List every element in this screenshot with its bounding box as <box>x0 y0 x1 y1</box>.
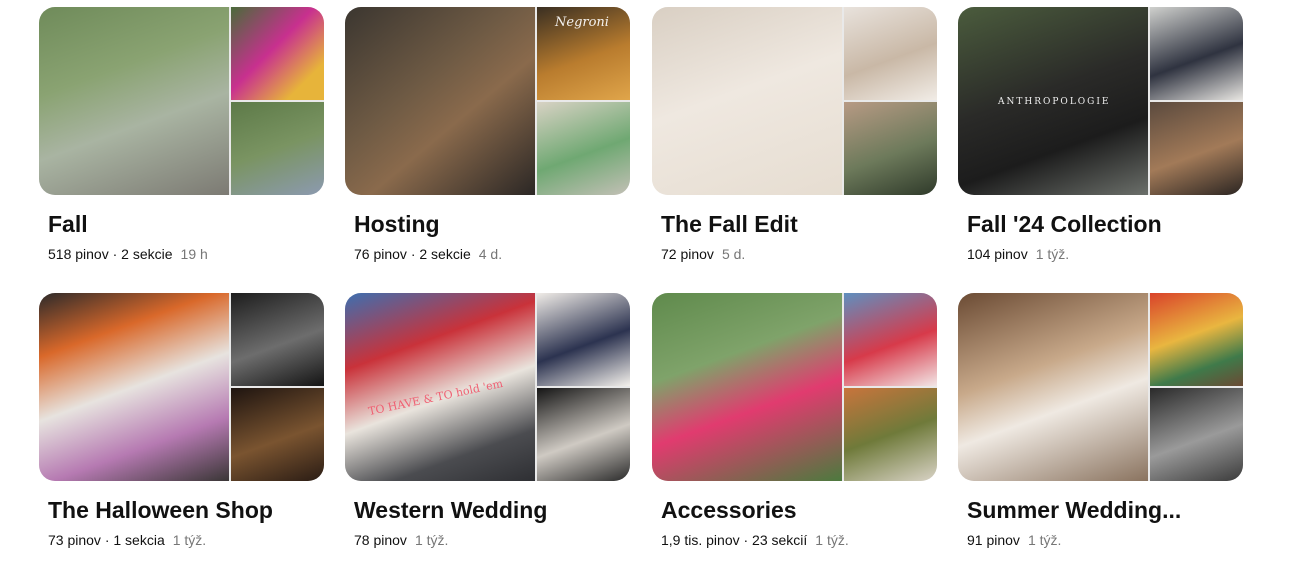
board-cover-side-image <box>844 7 937 100</box>
board-cover-side-image <box>537 102 630 195</box>
board-pin-count: 91 pinov <box>967 532 1020 548</box>
board-cover-main-image: TO HAVE & TO hold 'em <box>345 293 535 481</box>
board-card-the-halloween-shop[interactable]: The Halloween Shop 73 pinov · 1 sekcia 1 … <box>39 293 331 549</box>
board-cover-side-image <box>1150 388 1243 481</box>
board-meta: 78 pinov 1 týž. <box>354 531 637 549</box>
image-caption-text: TO HAVE & TO hold 'em <box>367 376 505 419</box>
board-cover-side-image <box>537 293 630 386</box>
board-meta: 76 pinov · 2 sekcie 4 d. <box>354 245 637 263</box>
board-cover-main-image: ANTHROPOLOGIE <box>958 7 1148 195</box>
board-cover-side-image <box>231 388 324 481</box>
board-pin-count: 78 pinov <box>354 532 407 548</box>
board-cover-main-image <box>958 293 1148 481</box>
board-last-updated: 4 d. <box>478 246 503 262</box>
board-last-updated: 1 týž. <box>172 532 207 548</box>
board-last-updated: 5 d. <box>721 246 746 262</box>
board-title[interactable]: The Fall Edit <box>661 210 936 238</box>
board-cover-side-image <box>231 293 324 386</box>
board-last-updated: 1 týž. <box>414 532 449 548</box>
board-pin-count: 1,9 tis. pinov · 23 sekcií <box>661 532 808 548</box>
board-title[interactable]: Western Wedding <box>354 496 629 524</box>
board-meta: 91 pinov 1 týž. <box>967 531 1250 549</box>
board-last-updated: 1 týž. <box>815 532 849 548</box>
board-cover-collage[interactable] <box>958 293 1243 481</box>
image-caption-text: ANTHROPOLOGIE <box>998 97 1111 107</box>
board-cover-collage[interactable]: ANTHROPOLOGIE <box>958 7 1243 195</box>
board-cover-side-image <box>844 388 937 481</box>
board-cover-collage[interactable] <box>39 7 324 195</box>
board-cover-side-image <box>537 388 630 481</box>
board-last-updated: 1 týž. <box>1027 532 1062 548</box>
board-cover-side-image <box>844 293 937 386</box>
board-pin-count: 72 pinov <box>661 246 714 262</box>
board-cover-main-image <box>652 7 842 195</box>
board-meta: 518 pinov · 2 sekcie 19 h <box>48 245 331 263</box>
board-pin-count: 518 pinov · 2 sekcie <box>48 246 173 262</box>
board-cover-main-image <box>39 293 229 481</box>
board-last-updated: 19 h <box>180 246 208 262</box>
board-title[interactable]: Fall '24 Collection <box>967 210 1242 238</box>
board-cover-main-image <box>345 7 535 195</box>
board-cover-side-image: Negroni <box>537 7 630 100</box>
board-card-fall[interactable]: Fall 518 pinov · 2 sekcie 19 h <box>39 7 331 263</box>
board-cover-collage[interactable]: TO HAVE & TO hold 'em <box>345 293 630 481</box>
board-cover-side-image <box>844 102 937 195</box>
board-title[interactable]: The Halloween Shop <box>48 496 323 524</box>
board-cover-side-image <box>1150 7 1243 100</box>
board-card-hosting[interactable]: Negroni Hosting 76 pinov · 2 sekcie 4 d. <box>345 7 637 263</box>
board-title[interactable]: Accessories <box>661 496 936 524</box>
board-cover-collage[interactable] <box>39 293 324 481</box>
board-title[interactable]: Hosting <box>354 210 629 238</box>
board-last-updated: 1 týž. <box>1035 246 1070 262</box>
board-card-fall-24-collection[interactable]: ANTHROPOLOGIE Fall '24 Collection 104 pi… <box>958 7 1250 263</box>
board-cover-side-image <box>231 7 324 100</box>
board-card-summer-wedding[interactable]: Summer Wedding... 91 pinov 1 týž. <box>958 293 1250 549</box>
board-meta: 104 pinov 1 týž. <box>967 245 1250 263</box>
board-cover-side-image <box>1150 293 1243 386</box>
board-title[interactable]: Summer Wedding... <box>967 496 1242 524</box>
board-pin-count: 76 pinov · 2 sekcie <box>354 246 471 262</box>
board-meta: 1,9 tis. pinov · 23 sekcií 1 týž. <box>661 531 944 549</box>
board-title[interactable]: Fall <box>48 210 323 238</box>
board-meta: 73 pinov · 1 sekcia 1 týž. <box>48 531 331 549</box>
board-cover-collage[interactable] <box>652 293 937 481</box>
board-cover-collage[interactable]: Negroni <box>345 7 630 195</box>
board-cover-main-image <box>39 7 229 195</box>
board-cover-main-image <box>652 293 842 481</box>
board-cover-side-image <box>1150 102 1243 195</box>
board-card-accessories[interactable]: Accessories 1,9 tis. pinov · 23 sekcií 1 … <box>652 293 944 549</box>
board-pin-count: 73 pinov · 1 sekcia <box>48 532 165 548</box>
board-card-the-fall-edit[interactable]: The Fall Edit 72 pinov 5 d. <box>652 7 944 263</box>
board-pin-count: 104 pinov <box>967 246 1028 262</box>
board-cover-collage[interactable] <box>652 7 937 195</box>
image-caption-text: Negroni <box>555 15 609 30</box>
board-card-western-wedding[interactable]: TO HAVE & TO hold 'em Western Wedding 78… <box>345 293 637 549</box>
board-cover-side-image <box>231 102 324 195</box>
board-meta: 72 pinov 5 d. <box>661 245 944 263</box>
